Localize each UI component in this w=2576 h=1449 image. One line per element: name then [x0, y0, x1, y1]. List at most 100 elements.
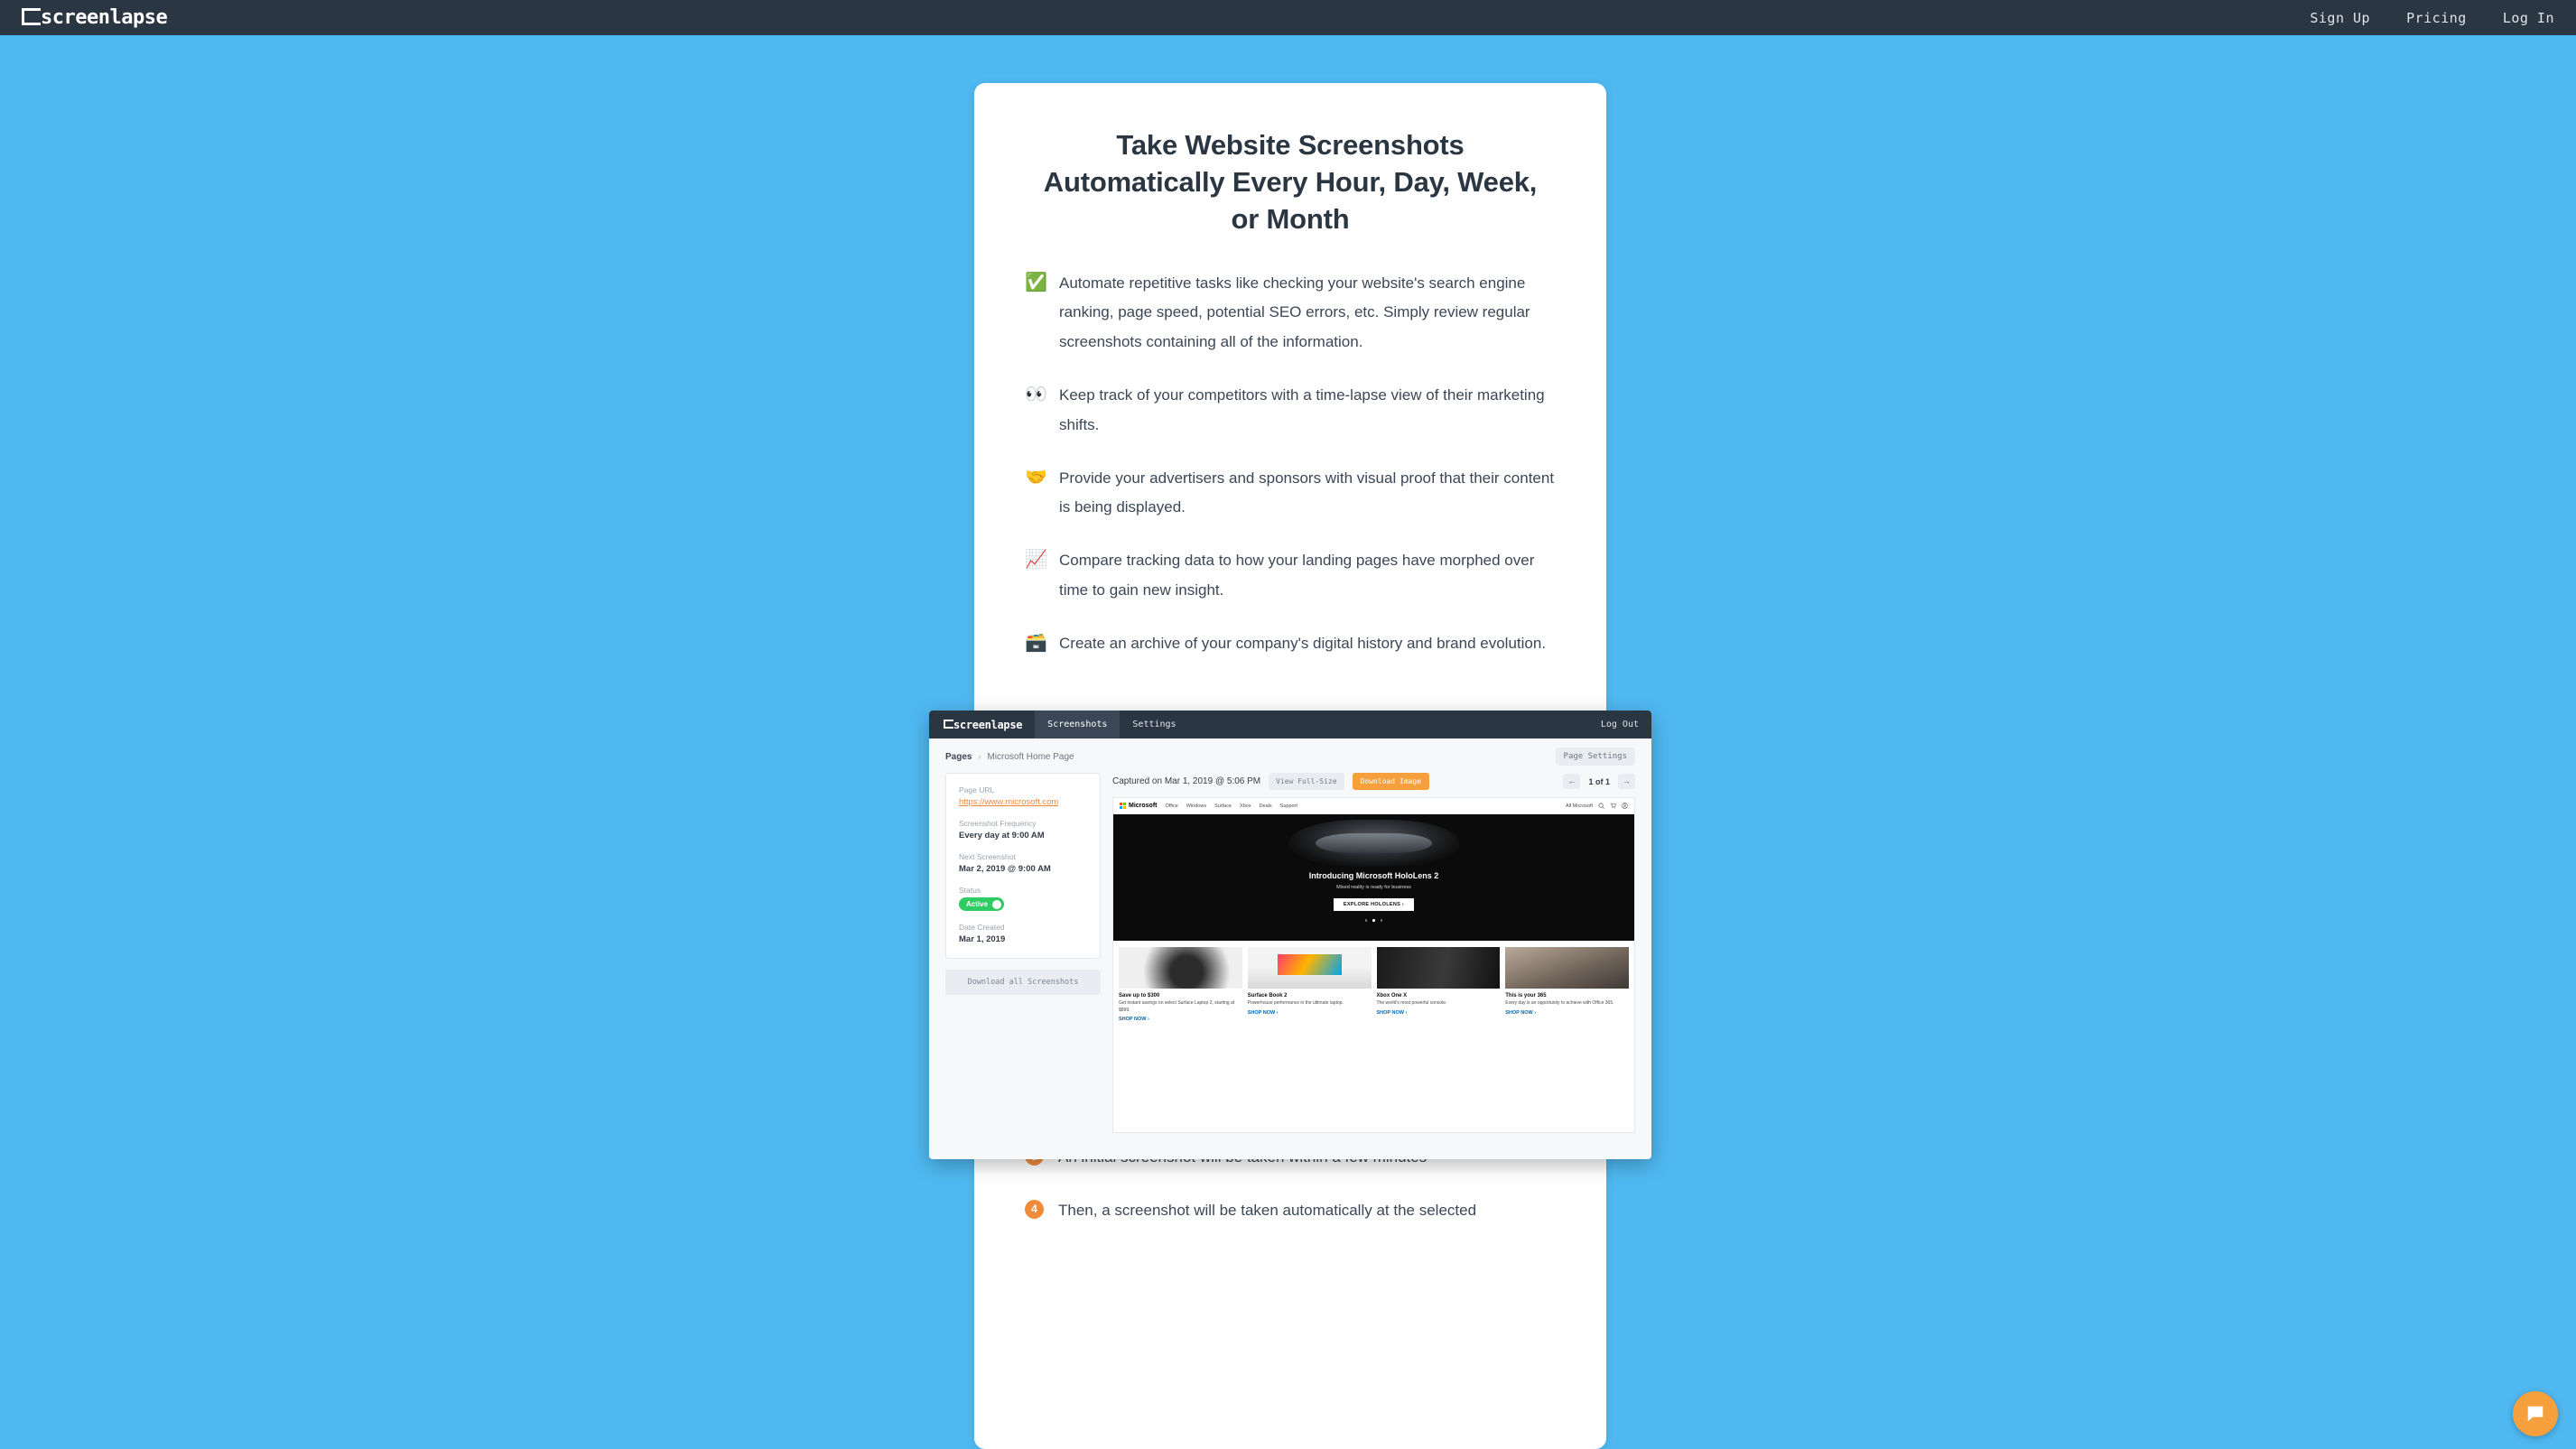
list-item: 👀 Keep track of your competitors with a … — [1025, 381, 1556, 441]
carousel-dots[interactable] — [1364, 919, 1383, 922]
benefits-list: ✅ Automate repetitive tasks like checkin… — [1025, 269, 1556, 659]
field-value: Every day at 9:00 AM — [959, 831, 1045, 841]
field-label: Status — [959, 886, 981, 895]
captured-timestamp: Captured on Mar 1, 2019 @ 5:06 PM — [1112, 776, 1261, 786]
ms-nav-support[interactable]: Support — [1280, 803, 1297, 809]
breadcrumb-current: Microsoft Home Page — [987, 751, 1074, 762]
benefit-text: Keep track of your competitors with a ti… — [1059, 386, 1545, 433]
benefit-text: Create an archive of your company's digi… — [1059, 634, 1547, 652]
download-all-screenshots-button[interactable]: Download all Screenshots — [945, 970, 1101, 995]
shop-now-link[interactable]: SHOP NOW › — [1119, 1017, 1242, 1022]
page-title: Take Website Screenshots Automatically E… — [1043, 129, 1538, 236]
product-title: Save up to $300 — [1119, 993, 1160, 999]
list-item[interactable]: Surface Book 2 Powerhouse performance in… — [1247, 947, 1372, 1022]
list-item: 🗃️ Create an archive of your company's d… — [1025, 629, 1556, 659]
carousel-pause-icon[interactable] — [1380, 919, 1383, 922]
field-label: Next Screenshot — [959, 852, 1016, 861]
step-number: 4 — [1025, 1199, 1044, 1219]
ms-hero-banner: Introducing Microsoft HoloLens 2 Mixed r… — [1113, 814, 1634, 941]
ms-hero-title: Introducing Microsoft HoloLens 2 — [1308, 871, 1439, 881]
tab-screenshots[interactable]: Screenshots — [1035, 711, 1121, 738]
screenshot-toolbar: Captured on Mar 1, 2019 @ 5:06 PM View F… — [1112, 773, 1635, 790]
list-item[interactable]: Xbox One X The world's most powerful con… — [1376, 947, 1501, 1022]
app-brand-name: screenlapse — [953, 718, 1023, 731]
ms-nav-deals[interactable]: Deals — [1260, 803, 1272, 809]
captured-page-image: Microsoft Office Windows Surface Xbox De… — [1112, 797, 1635, 1133]
shop-now-link[interactable]: SHOP NOW › — [1377, 1010, 1501, 1016]
carousel-dot[interactable] — [1364, 919, 1368, 922]
list-item: 📈 Compare tracking data to how your land… — [1025, 546, 1556, 606]
list-item: 4 Then, a screenshot will be taken autom… — [1025, 1196, 1556, 1226]
shop-now-link[interactable]: SHOP NOW › — [1505, 1010, 1629, 1016]
ms-all-microsoft[interactable]: All Microsoft — [1566, 803, 1593, 809]
screenshot-viewer: Captured on Mar 1, 2019 @ 5:06 PM View F… — [1112, 773, 1635, 1133]
chat-bubble-icon — [2527, 1406, 2543, 1422]
brand-name: screenlapse — [41, 6, 168, 29]
product-title: Surface Book 2 — [1247, 993, 1288, 999]
page-indicator: 1 of 1 — [1588, 776, 1610, 786]
details-panel: Page URL https://www.microsoft.com Scree… — [945, 773, 1101, 959]
benefit-text: Automate repetitive tasks like checking … — [1059, 274, 1530, 351]
chat-widget-button[interactable] — [2513, 1391, 2558, 1436]
product-title: This is your 365 — [1505, 993, 1547, 999]
next-page-button[interactable]: → — [1618, 774, 1635, 789]
status-toggle[interactable]: Active — [959, 897, 1005, 911]
carousel-dot-active[interactable] — [1372, 919, 1375, 922]
field-date-created: Date Created Mar 1, 2019 — [959, 923, 1087, 944]
check-mark-icon: ✅ — [1025, 272, 1047, 293]
site-header: screenlapse Sign Up Pricing Log In — [0, 0, 2576, 35]
site-logo[interactable]: screenlapse — [22, 6, 168, 29]
screenlapse-mark-icon — [944, 719, 953, 729]
ms-nav-xbox[interactable]: Xbox — [1240, 803, 1251, 809]
list-item[interactable]: This is your 365 Every day is an opportu… — [1505, 947, 1629, 1022]
ms-nav-windows[interactable]: Windows — [1186, 803, 1206, 809]
product-thumbnail — [1247, 947, 1372, 989]
app-logo[interactable]: screenlapse — [929, 711, 1035, 738]
nav-sign-up[interactable]: Sign Up — [2310, 10, 2370, 26]
screenlapse-mark-icon — [22, 7, 41, 25]
list-item[interactable]: Save up to $300 Get instant savings on s… — [1119, 947, 1242, 1022]
product-desc: Get instant savings on select Surface La… — [1119, 1000, 1235, 1013]
breadcrumb-separator-icon: › — [978, 752, 981, 761]
field-label: Screenshot Frequency — [959, 819, 1037, 828]
search-icon[interactable] — [1598, 803, 1604, 809]
page-settings-button[interactable]: Page Settings — [1555, 748, 1635, 766]
download-image-button[interactable]: Download Image — [1352, 773, 1430, 790]
ms-nav-surface[interactable]: Surface — [1214, 803, 1232, 809]
breadcrumb-root[interactable]: Pages — [945, 752, 972, 762]
field-label: Page URL — [959, 785, 995, 794]
nav-pricing[interactable]: Pricing — [2406, 10, 2467, 26]
shop-now-link[interactable]: SHOP NOW › — [1248, 1010, 1372, 1016]
field-status: Status Active — [959, 886, 1087, 911]
eyes-icon: 👀 — [1025, 385, 1047, 405]
shopping-cart-icon[interactable] — [1610, 803, 1616, 809]
app-body: Page URL https://www.microsoft.com Scree… — [929, 773, 1651, 1133]
ms-nav-office[interactable]: Office — [1166, 803, 1178, 809]
benefit-text: Provide your advertisers and sponsors wi… — [1059, 469, 1555, 516]
account-icon[interactable] — [1622, 803, 1628, 809]
list-item: ✅ Automate repetitive tasks like checkin… — [1025, 269, 1556, 358]
field-page-url: Page URL https://www.microsoft.com — [959, 785, 1087, 807]
product-thumbnail — [1505, 947, 1629, 989]
ms-hero-subtitle: Mixed reality is ready for business — [1336, 885, 1411, 891]
app-log-out-button[interactable]: Log Out — [1588, 711, 1651, 738]
card-file-box-icon: 🗃️ — [1025, 632, 1047, 653]
field-frequency: Screenshot Frequency Every day at 9:00 A… — [959, 819, 1087, 841]
prev-page-button[interactable]: ← — [1563, 774, 1581, 789]
page-details-sidebar: Page URL https://www.microsoft.com Scree… — [945, 773, 1101, 1133]
explore-hololens-button[interactable]: EXPLORE HOLOLENS › — [1333, 898, 1415, 912]
step-text: Then, a screenshot will be taken automat… — [1058, 1201, 1477, 1219]
nav-log-in[interactable]: Log In — [2503, 10, 2554, 26]
product-desc: Powerhouse performance in the ultimate l… — [1247, 1000, 1344, 1006]
ms-nav-right: All Microsoft — [1566, 803, 1628, 809]
ms-nav: Microsoft Office Windows Surface Xbox De… — [1113, 798, 1634, 814]
view-full-size-button[interactable]: View Full-Size — [1269, 773, 1344, 790]
status-badge: Active — [966, 900, 989, 908]
tab-settings[interactable]: Settings — [1120, 711, 1188, 738]
chart-increasing-icon: 📈 — [1025, 550, 1047, 571]
product-desc: Every day is an opportunity to achieve w… — [1505, 1000, 1614, 1006]
toggle-knob — [992, 899, 1002, 909]
product-title: Xbox One X — [1376, 993, 1408, 999]
page-url-link[interactable]: https://www.microsoft.com — [959, 797, 1058, 807]
field-next-screenshot: Next Screenshot Mar 2, 2019 @ 9:00 AM — [959, 852, 1087, 874]
